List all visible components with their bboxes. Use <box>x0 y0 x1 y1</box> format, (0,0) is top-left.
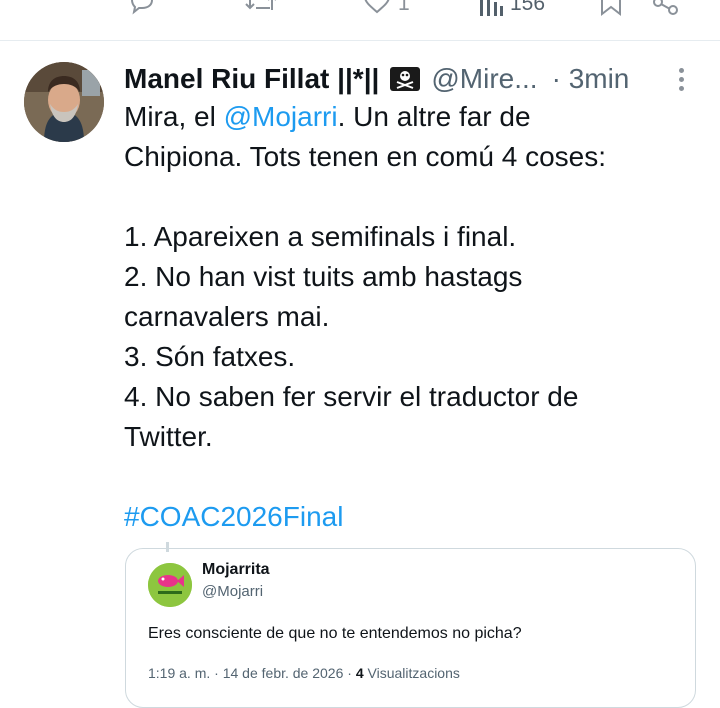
reply-icon <box>130 0 154 15</box>
quote-text: Eres consciente de que no te entendemos … <box>148 625 522 642</box>
tweet-header: Manel Riu Fillat ||*|| @Mire... · 3min <box>124 59 694 99</box>
quote-author-name[interactable]: Mojarrita <box>202 561 270 579</box>
views-bar-chart-icon <box>480 0 503 16</box>
share-button[interactable] <box>652 0 680 18</box>
quoted-tweet-card[interactable]: Mojarrita @Mojarri Eres consciente de qu… <box>125 548 696 708</box>
author-avatar[interactable] <box>24 62 104 142</box>
previous-tweet-action-bar: 1 156 <box>0 0 720 41</box>
quote-author-handle[interactable]: @Mojarri <box>202 583 263 600</box>
author-photo <box>24 62 104 142</box>
tweet-time[interactable]: · 3min <box>552 63 630 95</box>
views-count: 156 <box>510 0 546 15</box>
more-options-icon[interactable] <box>674 65 688 95</box>
retweet-button[interactable] <box>244 0 284 18</box>
quote-time: 1:19 a. m. <box>148 665 211 681</box>
quote-meta: 1:19 a. m. · 14 de febr. de 2026 · 4 Vis… <box>148 665 460 681</box>
pirate-flag-emoji <box>389 66 421 92</box>
like-count: 1 <box>398 0 410 15</box>
tweet-text: Mira, el @Mojarri. Un altre far de Chipi… <box>124 101 607 532</box>
author-handle[interactable]: @Mire... <box>431 63 537 95</box>
mention-link[interactable]: @Mojarri <box>224 101 338 132</box>
bookmark-icon <box>601 0 621 17</box>
hashtag-link[interactable]: #COAC2026Final <box>124 501 343 532</box>
author-name[interactable]: Manel Riu Fillat ||*|| <box>124 63 379 95</box>
quote-author-avatar[interactable] <box>148 563 192 607</box>
tweet[interactable]: Manel Riu Fillat ||*|| @Mire... · 3min M… <box>0 41 720 708</box>
heart-icon <box>364 0 390 14</box>
fish-logo-icon <box>148 563 192 607</box>
quote-date: 14 de febr. de 2026 <box>222 665 344 681</box>
retweet-icon <box>245 0 276 10</box>
quote-views-count: 4 <box>355 665 364 681</box>
reply-button[interactable] <box>128 0 162 18</box>
views-button[interactable]: 156 <box>478 0 545 18</box>
share-icon <box>653 0 678 15</box>
quote-views-label: Visualitzacions <box>367 665 460 681</box>
bookmark-button[interactable] <box>598 0 624 18</box>
like-button[interactable]: 1 <box>362 0 410 18</box>
